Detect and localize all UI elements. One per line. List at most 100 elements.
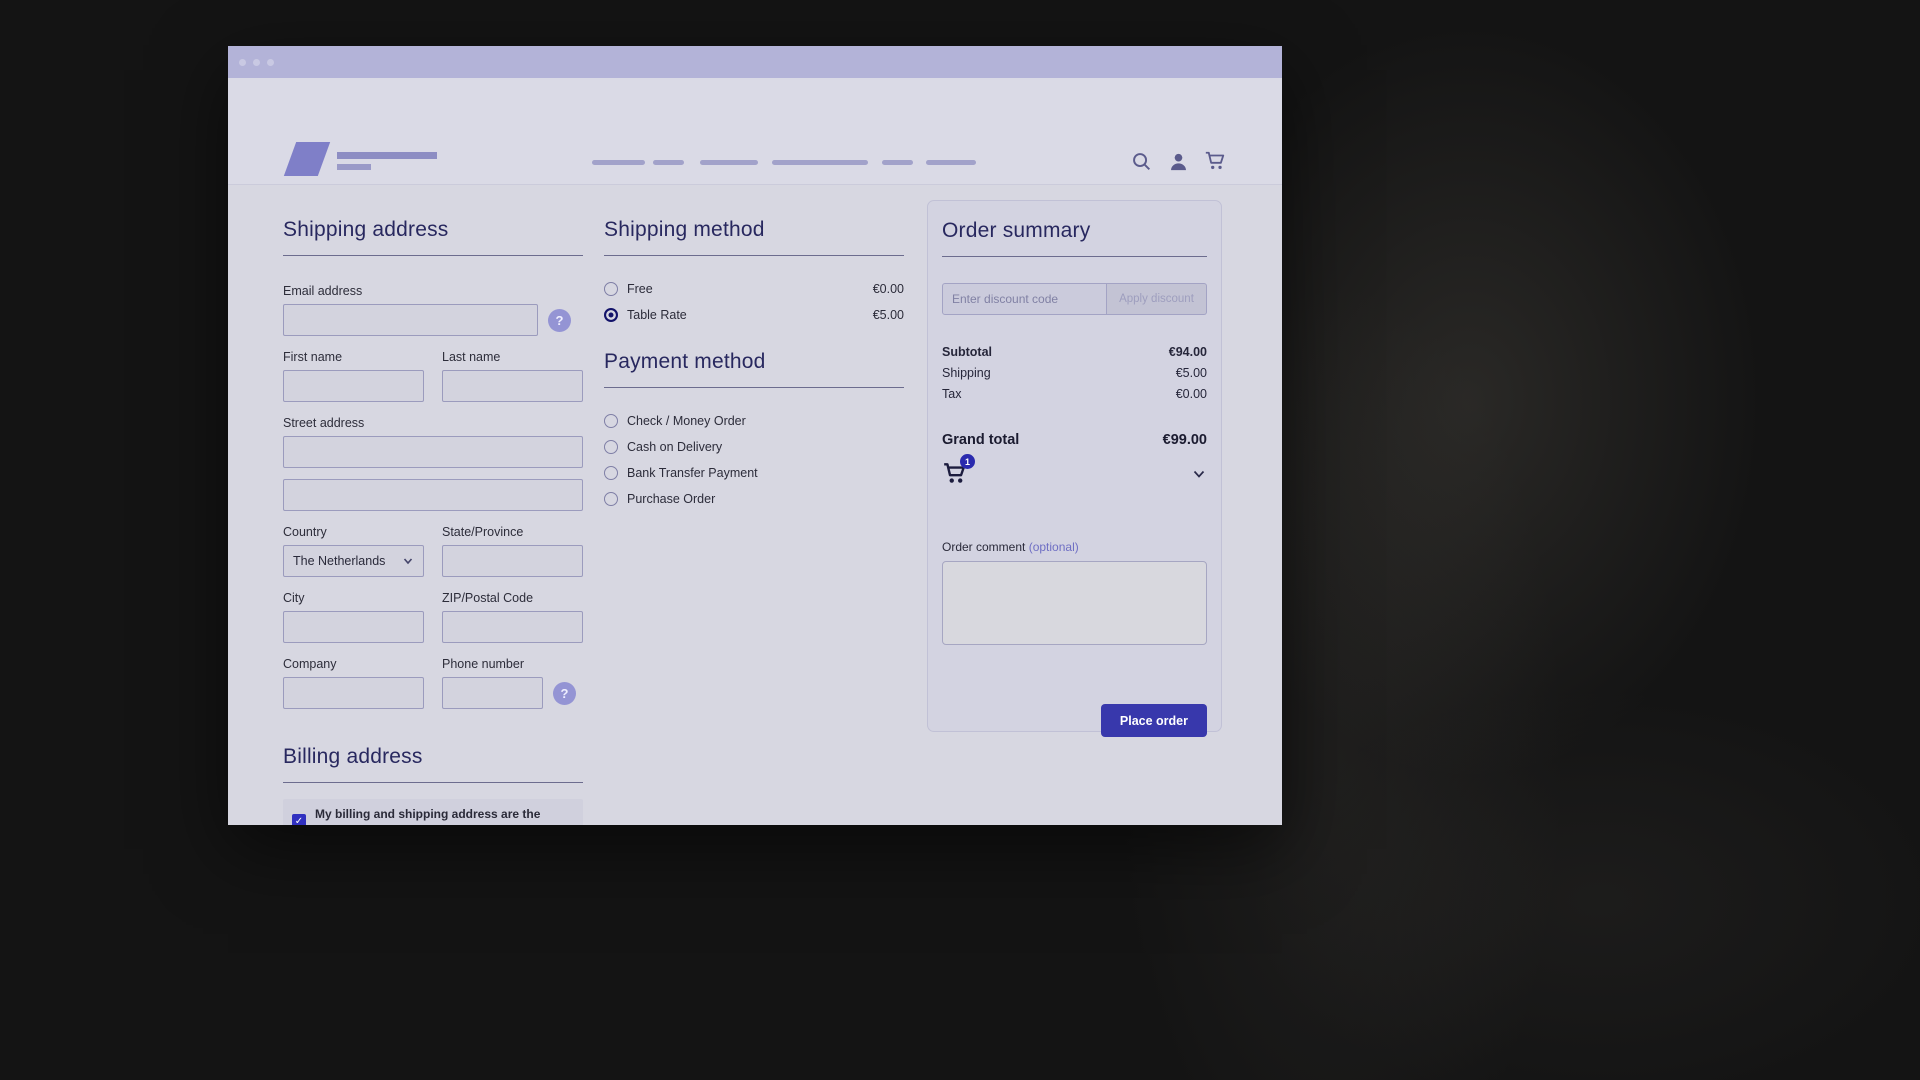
same-address-row[interactable]: ✓ My billing and shipping address are th… — [283, 799, 583, 825]
chevron-down-icon — [402, 555, 414, 567]
browser-window: Shipping address Email address ? First n… — [228, 46, 1282, 825]
country-select[interactable]: The Netherlands — [283, 545, 424, 577]
nav-item-placeholder[interactable] — [882, 160, 913, 165]
billing-address-title: Billing address — [283, 745, 583, 783]
email-help-icon[interactable]: ? — [548, 309, 571, 332]
store-logo-subtext-placeholder — [337, 164, 371, 170]
shipping-option-price: €0.00 — [873, 282, 904, 296]
subtotal-label: Subtotal — [942, 345, 992, 359]
grand-total-label: Grand total — [942, 432, 1019, 448]
window-control-dot[interactable] — [253, 59, 260, 66]
shipping-address-title: Shipping address — [283, 218, 583, 256]
tax-row: Tax €0.00 — [942, 383, 1207, 404]
payment-option-bank-transfer[interactable]: Bank Transfer Payment — [604, 460, 904, 486]
subtotal-value: €94.00 — [1169, 345, 1207, 359]
nav-item-placeholder[interactable] — [653, 160, 684, 165]
shipping-option-table-rate[interactable]: Table Rate €5.00 — [604, 302, 904, 328]
payment-option-check-money-order[interactable]: Check / Money Order — [604, 408, 904, 434]
same-address-checkbox[interactable]: ✓ — [292, 814, 306, 825]
discount-code-input[interactable] — [942, 283, 1107, 315]
first-name-label: First name — [283, 350, 424, 364]
account-icon[interactable] — [1167, 150, 1189, 172]
radio-icon[interactable] — [604, 414, 618, 428]
phone-field[interactable] — [442, 677, 543, 709]
company-label: Company — [283, 657, 424, 671]
order-comment-label-text: Order comment — [942, 540, 1025, 554]
shipping-method-options: Free €0.00 Table Rate €5.00 — [604, 276, 904, 328]
shipping-total-row: Shipping €5.00 — [942, 362, 1207, 383]
cart-icon[interactable] — [1204, 150, 1226, 172]
email-label: Email address — [283, 284, 583, 298]
nav-item-placeholder[interactable] — [700, 160, 758, 165]
search-icon[interactable] — [1130, 150, 1152, 172]
grand-total-row: Grand total €99.00 — [942, 432, 1207, 448]
radio-icon[interactable] — [604, 282, 618, 296]
shipping-method-title: Shipping method — [604, 218, 904, 256]
window-control-dot[interactable] — [267, 59, 274, 66]
store-header — [228, 78, 1282, 185]
shipping-option-free[interactable]: Free €0.00 — [604, 276, 904, 302]
street-field-2[interactable] — [283, 479, 583, 511]
payment-option-label: Purchase Order — [627, 492, 715, 506]
state-field[interactable] — [442, 545, 583, 577]
city-field[interactable] — [283, 611, 424, 643]
first-name-field[interactable] — [283, 370, 424, 402]
subtotal-row: Subtotal €94.00 — [942, 341, 1207, 362]
street-label: Street address — [283, 416, 583, 430]
payment-option-purchase-order[interactable]: Purchase Order — [604, 486, 904, 512]
order-summary-card: Order summary Apply discount Subtotal €9… — [927, 200, 1222, 732]
payment-option-label: Cash on Delivery — [627, 440, 722, 454]
nav-item-placeholder[interactable] — [926, 160, 976, 165]
order-comment-optional-text: (optional) — [1029, 540, 1079, 554]
company-field[interactable] — [283, 677, 424, 709]
checkout-page: Shipping address Email address ? First n… — [228, 186, 1282, 825]
payment-option-label: Bank Transfer Payment — [627, 466, 758, 480]
state-label: State/Province — [442, 525, 583, 539]
country-selected-value: The Netherlands — [293, 554, 385, 568]
zip-label: ZIP/Postal Code — [442, 591, 583, 605]
country-label: Country — [283, 525, 424, 539]
shipping-total-value: €5.00 — [1176, 366, 1207, 380]
tax-value: €0.00 — [1176, 387, 1207, 401]
shipping-option-price: €5.00 — [873, 308, 904, 322]
window-control-dot[interactable] — [239, 59, 246, 66]
shipping-option-label: Table Rate — [627, 308, 687, 322]
street-field-1[interactable] — [283, 436, 583, 468]
tax-label: Tax — [942, 387, 961, 401]
order-comment-label: Order comment (optional) — [942, 540, 1207, 554]
same-address-label: My billing and shipping address are the … — [315, 807, 574, 825]
last-name-field[interactable] — [442, 370, 583, 402]
zip-field[interactable] — [442, 611, 583, 643]
payment-method-options: Check / Money Order Cash on Delivery Ban… — [604, 408, 904, 512]
cart-items-row: 1 — [942, 460, 1207, 488]
last-name-label: Last name — [442, 350, 583, 364]
discount-code-row: Apply discount — [942, 283, 1207, 315]
radio-icon[interactable] — [604, 492, 618, 506]
nav-item-placeholder[interactable] — [592, 160, 645, 165]
store-logo-icon[interactable] — [284, 142, 330, 176]
phone-help-icon[interactable]: ? — [553, 682, 576, 705]
shipping-address-section: Shipping address Email address ? First n… — [283, 218, 583, 825]
payment-option-cash-on-delivery[interactable]: Cash on Delivery — [604, 434, 904, 460]
radio-icon[interactable] — [604, 466, 618, 480]
radio-icon[interactable] — [604, 440, 618, 454]
order-comment-textarea[interactable] — [942, 561, 1207, 645]
payment-option-label: Check / Money Order — [627, 414, 746, 428]
apply-discount-button[interactable]: Apply discount — [1107, 283, 1207, 315]
expand-items-chevron-icon[interactable] — [1191, 466, 1207, 482]
methods-section: Shipping method Free €0.00 Table Rate €5… — [604, 218, 904, 512]
order-summary-title: Order summary — [942, 219, 1207, 257]
email-field[interactable] — [283, 304, 538, 336]
store-logo-text-placeholder — [337, 152, 437, 159]
grand-total-value: €99.00 — [1163, 432, 1207, 448]
city-label: City — [283, 591, 424, 605]
shipping-total-label: Shipping — [942, 366, 991, 380]
shipping-option-label: Free — [627, 282, 653, 296]
totals-list: Subtotal €94.00 Shipping €5.00 Tax €0.00 — [942, 341, 1207, 404]
window-titlebar — [228, 46, 1282, 78]
radio-icon-selected[interactable] — [604, 308, 618, 322]
place-order-button[interactable]: Place order — [1101, 704, 1207, 737]
cart-count-badge: 1 — [960, 454, 975, 469]
summary-cart-icon[interactable]: 1 — [942, 460, 972, 488]
nav-item-placeholder[interactable] — [772, 160, 868, 165]
